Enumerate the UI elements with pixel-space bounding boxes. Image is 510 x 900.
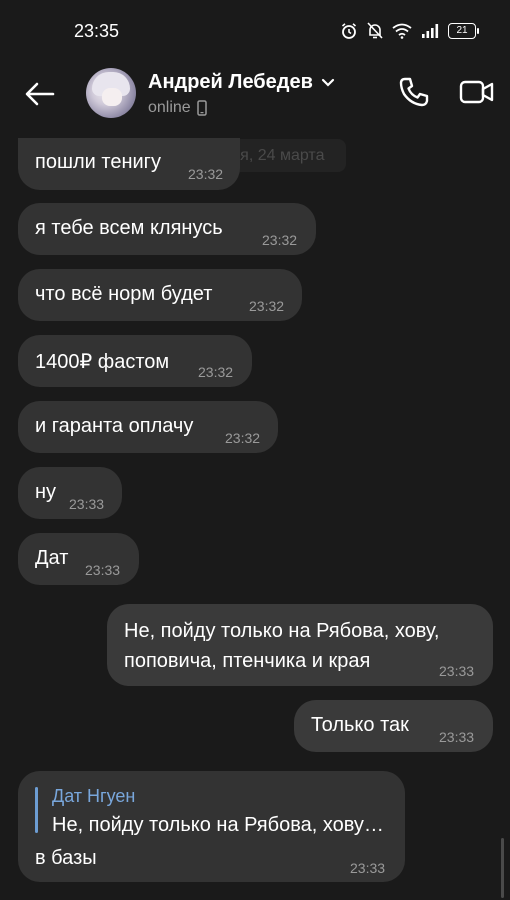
status-bar: 23:35 21 xyxy=(0,0,510,60)
message-bubble[interactable]: 1400₽ фастом 23:32 xyxy=(18,335,252,387)
message-bubble[interactable]: Дат 23:33 xyxy=(18,533,139,585)
contact-name-label: Андрей Лебедев xyxy=(148,71,313,93)
message-text: я тебе всем клянусь xyxy=(35,217,223,239)
message-text: в базы xyxy=(35,847,97,869)
status-time: 23:35 xyxy=(74,21,120,41)
contact-status: online xyxy=(148,99,207,117)
message-time: 23:32 xyxy=(225,430,261,446)
message-bubble[interactable]: Не, пойду только на Рябова, хову, попови… xyxy=(107,604,493,686)
message-text-line-1: Не, пойду только на Рябова, хову, xyxy=(124,620,440,642)
message-time: 23:33 xyxy=(439,729,475,745)
message-bubble[interactable]: Только так 23:33 xyxy=(294,700,493,752)
message-time: 23:33 xyxy=(85,562,121,578)
chevron-down-icon xyxy=(321,78,335,87)
message-bubble[interactable]: и гаранта оплачу 23:32 xyxy=(18,401,278,453)
message-time: 23:33 xyxy=(350,860,386,876)
reply-author: Дат Нгуен xyxy=(52,786,136,806)
message-time: 23:32 xyxy=(188,166,224,182)
message-text: и гаранта оплачу xyxy=(35,415,194,437)
scrollbar[interactable] xyxy=(501,838,504,898)
avatar[interactable] xyxy=(86,68,136,118)
chat-header: Андрей Лебедев online xyxy=(0,60,510,132)
signal-icon xyxy=(422,24,439,38)
message-text: Дат xyxy=(35,547,69,569)
message-text: пошли тенигу xyxy=(35,151,161,173)
message-text: ну xyxy=(35,481,57,503)
back-button[interactable] xyxy=(22,76,58,112)
message-time: 23:33 xyxy=(439,663,475,679)
contact-name[interactable]: Андрей Лебедев xyxy=(148,71,335,94)
message-text: 1400₽ фастом xyxy=(35,351,170,373)
call-button[interactable] xyxy=(394,74,434,110)
message-time: 23:32 xyxy=(198,364,234,380)
message-time: 23:32 xyxy=(262,232,298,248)
message-bubble[interactable]: пошли тенигу 23:32 xyxy=(18,138,240,190)
phone-icon xyxy=(399,77,429,107)
message-text: Только так xyxy=(311,714,409,736)
message-text-line-2: поповича, птенчика и края xyxy=(124,650,371,672)
message-time: 23:33 xyxy=(69,496,105,512)
wifi-icon xyxy=(392,23,412,39)
message-bubble[interactable]: что всё норм будет 23:32 xyxy=(18,269,302,321)
message-text: что всё норм будет xyxy=(35,283,213,305)
video-call-button[interactable] xyxy=(456,74,498,110)
online-status: online xyxy=(148,99,191,116)
reply-message-bubble[interactable]: Дат Нгуен Не, пойду только на Рябова, хо… xyxy=(18,771,405,882)
alarm-icon xyxy=(341,23,357,39)
message-bubble[interactable]: я тебе всем клянусь 23:32 xyxy=(18,203,316,255)
mobile-device-icon xyxy=(196,100,207,116)
status-icons: 21 xyxy=(340,22,479,40)
mute-bell-icon xyxy=(367,22,383,39)
reply-accent-bar xyxy=(35,787,38,833)
reply-quote-text: Не, пойду только на Рябова, хову… xyxy=(52,814,384,836)
arrow-left-icon xyxy=(25,82,55,106)
message-bubble[interactable]: ну 23:33 xyxy=(18,467,122,519)
video-camera-icon xyxy=(459,80,494,104)
battery-icon: 21 xyxy=(448,23,479,39)
message-time: 23:32 xyxy=(249,298,285,314)
